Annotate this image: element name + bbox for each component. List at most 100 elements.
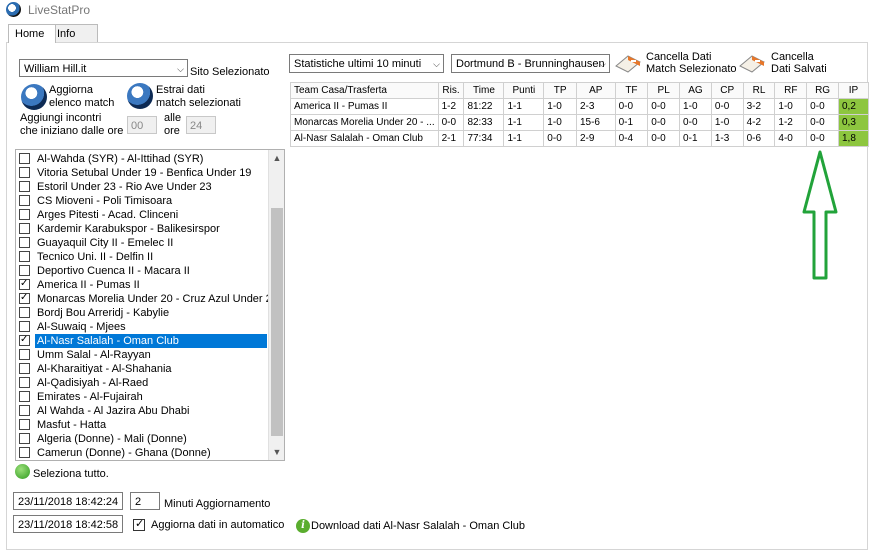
list-item[interactable]: Al-Qadisiyah - Al-Raed (16, 376, 268, 390)
ip-cell: 0,2 (838, 98, 869, 115)
table-cell: 0-1 (614, 114, 649, 131)
tab-info[interactable]: Info (50, 24, 98, 43)
info-icon[interactable]: i (296, 519, 310, 533)
chevron-down-icon[interactable]: ▼ (269, 444, 284, 460)
auto-update-checkbox[interactable] (133, 517, 145, 531)
list-item[interactable]: Estoril Under 23 - Rio Ave Under 23 (16, 180, 268, 194)
download-data-link[interactable]: Download dati Al-Nasr Salalah - Oman Clu… (311, 520, 525, 532)
soccer-ball-icon[interactable] (21, 84, 47, 110)
list-item[interactable]: CS Mioveni - Poli Timisoara (16, 194, 268, 208)
column-header[interactable]: CP (710, 82, 744, 99)
match-checkbox[interactable] (19, 307, 30, 318)
table-cell: 15-6 (575, 114, 616, 131)
column-header[interactable]: RF (774, 82, 808, 99)
match-checkbox[interactable] (19, 167, 30, 178)
match-checkbox[interactable] (19, 251, 30, 262)
list-item[interactable]: Guayaquil City II - Emelec II (16, 236, 268, 250)
extract-data-button-line2[interactable]: match selezionati (156, 97, 241, 109)
cancel-selected-button-line1[interactable]: Cancella Dati (646, 51, 711, 63)
to-hour-field[interactable]: 24 (186, 116, 216, 134)
list-item[interactable]: Deportivo Cuenca II - Macara II (16, 264, 268, 278)
eraser-icon[interactable] (738, 52, 766, 74)
tab-home[interactable]: Home (8, 24, 56, 43)
match-checkbox[interactable] (19, 433, 30, 444)
list-item[interactable]: Emirates - Al-Fujairah (16, 390, 268, 404)
select-all-button[interactable]: Seleziona tutto. (33, 468, 109, 480)
column-header[interactable]: AP (575, 82, 616, 99)
match-checkbox[interactable] (19, 153, 30, 164)
match-checkbox[interactable] (19, 237, 30, 248)
extract-data-button-line1[interactable]: Estrai dati (156, 84, 205, 96)
column-header[interactable]: RG (806, 82, 839, 99)
match-checkbox[interactable] (19, 223, 30, 234)
list-item[interactable]: Al-Nasr Salalah - Oman Club (16, 334, 268, 348)
list-item[interactable]: Al Wahda - Al Jazira Abu Dhabi (16, 404, 268, 418)
green-check-icon[interactable] (15, 464, 30, 479)
refresh-list-button-line2[interactable]: elenco match (49, 97, 114, 109)
match-checkbox[interactable] (19, 391, 30, 402)
match-select-value: Dortmund B - Brunninghausen (456, 58, 605, 70)
table-row[interactable]: Al-Nasr Salalah - Oman Club 2-1 77:34 1-1 0-… (290, 130, 869, 147)
match-label: Vitoria Setubal Under 19 - Benfica Under… (37, 167, 252, 179)
eraser-icon[interactable] (614, 52, 642, 74)
cancel-saved-button-line1[interactable]: Cancella (771, 51, 814, 63)
list-item[interactable]: Umm Salal - Al-Rayyan (16, 348, 268, 362)
column-header[interactable]: PL (647, 82, 681, 99)
column-header[interactable]: IP (838, 82, 869, 99)
list-item[interactable]: America II - Pumas II (16, 278, 268, 292)
minutes-input[interactable]: 2 (130, 492, 160, 510)
table-cell: 0-0 (806, 98, 839, 115)
match-checkbox[interactable] (19, 321, 30, 332)
list-item[interactable]: Masfut - Hatta (16, 418, 268, 432)
list-item[interactable]: Algeria (Donne) - Mali (Donne) (16, 432, 268, 446)
scrollbar-thumb[interactable] (271, 208, 283, 436)
current-timestamp: 23/11/2018 18:42:58 (13, 515, 123, 533)
match-checkbox[interactable] (19, 181, 30, 192)
column-header[interactable]: Time (463, 82, 505, 99)
match-checkbox[interactable] (19, 447, 30, 458)
bookmaker-select[interactable]: William Hill.it ⌵ (19, 59, 188, 77)
list-item[interactable]: Al-Kharaitiyat - Al-Shahania (16, 362, 268, 376)
list-item[interactable]: Bordj Bou Arreridj - Kabylie (16, 306, 268, 320)
match-checkbox[interactable] (19, 195, 30, 206)
column-header[interactable]: Team Casa/Trasferta (290, 82, 439, 99)
table-row[interactable]: America II - Pumas II 1-2 81:22 1-1 1-0 2-3 0-… (290, 98, 869, 115)
column-header[interactable]: RL (742, 82, 776, 99)
table-row[interactable]: Monarcas Morelia Under 20 - ... 0-0 82:33 1… (290, 114, 869, 131)
column-header[interactable]: TP (543, 82, 577, 99)
match-label: Deportivo Cuenca II - Macara II (37, 265, 190, 277)
match-checkbox[interactable] (19, 209, 30, 220)
column-header[interactable]: Punti (503, 82, 545, 99)
list-item[interactable]: Tecnico Uni. II - Delfin II (16, 250, 268, 264)
match-checkbox[interactable] (19, 377, 30, 388)
chevron-up-icon[interactable]: ▲ (269, 150, 284, 166)
column-header[interactable]: TF (614, 82, 649, 99)
column-header[interactable]: Ris. (437, 82, 465, 99)
match-checkbox[interactable] (19, 349, 30, 360)
stats-period-select[interactable]: Statistiche ultimi 10 minuti ⌵ (289, 54, 444, 73)
match-checkbox[interactable] (19, 334, 30, 347)
match-select[interactable]: Dortmund B - Brunninghausen ⌵ (451, 54, 610, 73)
match-checkbox[interactable] (19, 405, 30, 416)
list-item[interactable]: Arges Pitesti - Acad. Clinceni (16, 208, 268, 222)
refresh-list-button-line1[interactable]: Aggiorna (49, 84, 93, 96)
list-item[interactable]: Kardemir Karabukspor - Balikesirspor (16, 222, 268, 236)
list-item[interactable]: Vitoria Setubal Under 19 - Benfica Under… (16, 166, 268, 180)
cancel-selected-button-line2[interactable]: Match Selezionato (646, 63, 737, 75)
from-hour-field[interactable]: 00 (127, 116, 157, 134)
match-label: America II - Pumas II (37, 279, 140, 291)
match-checkbox[interactable] (19, 265, 30, 276)
soccer-ball-icon[interactable] (127, 83, 153, 109)
list-item[interactable]: Camerun (Donne) - Ghana (Donne) (16, 446, 268, 460)
match-checkbox[interactable] (19, 363, 30, 374)
match-list-scrollbar[interactable]: ▲ ▼ (268, 150, 284, 460)
match-list[interactable]: Al-Wahda (SYR) - Al-Ittihad (SYR) Vitoria… (15, 149, 285, 461)
list-item[interactable]: Al-Wahda (SYR) - Al-Ittihad (SYR) (16, 152, 268, 166)
list-item[interactable]: Monarcas Morelia Under 20 - Cruz Azul Un… (16, 292, 268, 306)
list-item[interactable]: Al-Suwaiq - Mjees (16, 320, 268, 334)
match-checkbox[interactable] (19, 278, 30, 291)
column-header[interactable]: AG (679, 82, 712, 99)
match-checkbox[interactable] (19, 292, 30, 305)
match-checkbox[interactable] (19, 419, 30, 430)
cancel-saved-button-line2[interactable]: Dati Salvati (771, 63, 827, 75)
